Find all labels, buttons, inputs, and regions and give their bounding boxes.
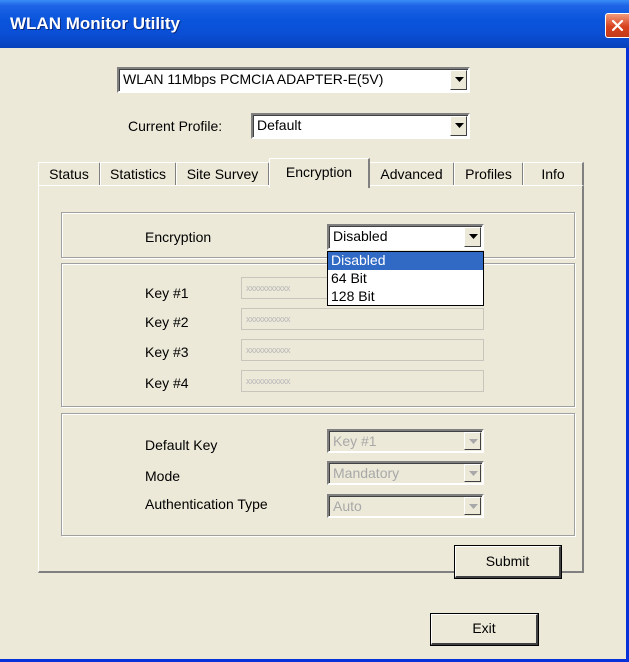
window-title: WLAN Monitor Utility: [10, 14, 180, 33]
chevron-down-icon: [455, 77, 464, 82]
tab-profiles[interactable]: Profiles: [454, 162, 524, 186]
key4-field[interactable]: xxxxxxxxxxx: [241, 370, 484, 392]
tab-label: Info: [541, 166, 565, 182]
chevron-down-icon: [469, 471, 478, 476]
encryption-group: [61, 212, 575, 258]
auth-type-dropdown-button[interactable]: [464, 497, 481, 515]
encryption-option-128-bit[interactable]: 128 Bit: [328, 288, 483, 306]
tab-label: Profiles: [465, 166, 512, 182]
mode-select[interactable]: Mandatory: [327, 461, 484, 485]
key2-label: Key #2: [145, 314, 189, 330]
chevron-down-icon: [469, 234, 478, 239]
title-bar[interactable]: WLAN Monitor Utility: [0, 0, 629, 48]
profile-select[interactable]: Default: [251, 113, 470, 139]
tab-label: Status: [49, 166, 89, 182]
auth-type-label: Authentication Type: [145, 496, 268, 512]
encryption-select[interactable]: Disabled: [327, 224, 484, 250]
current-profile-label: Current Profile:: [128, 118, 223, 134]
default-key-select[interactable]: Key #1: [327, 429, 484, 453]
settings-group: [61, 413, 575, 536]
chevron-down-icon: [469, 439, 478, 444]
profile-dropdown-button[interactable]: [450, 116, 467, 136]
auth-type-value: Auto: [333, 498, 362, 514]
adapter-dropdown-button[interactable]: [450, 70, 467, 90]
default-key-dropdown-button[interactable]: [464, 432, 481, 450]
default-key-label: Default Key: [145, 437, 218, 453]
close-icon: [611, 19, 624, 32]
tab-site-survey[interactable]: Site Survey: [176, 162, 270, 186]
adapter-select[interactable]: WLAN 11Mbps PCMCIA ADAPTER-E(5V): [117, 67, 470, 93]
profile-select-value: Default: [257, 117, 302, 133]
exit-button[interactable]: Exit: [431, 614, 538, 645]
default-key-value: Key #1: [333, 433, 377, 449]
mode-label: Mode: [145, 468, 181, 484]
adapter-select-value: WLAN 11Mbps PCMCIA ADAPTER-E(5V): [123, 71, 384, 87]
tab-advanced[interactable]: Advanced: [369, 162, 455, 186]
tab-info[interactable]: Info: [523, 162, 584, 186]
tab-encryption[interactable]: Encryption: [269, 158, 370, 188]
tab-statistics[interactable]: Statistics: [100, 162, 177, 186]
tab-label: Site Survey: [186, 166, 259, 182]
mode-value: Mandatory: [333, 465, 400, 481]
encryption-select-value: Disabled: [333, 228, 388, 244]
submit-button[interactable]: Submit: [455, 546, 561, 578]
encryption-option-disabled[interactable]: Disabled: [328, 252, 483, 270]
tab-label: Statistics: [109, 166, 166, 182]
main-window: WLAN Monitor Utility WLAN 11Mbps PCMCIA …: [0, 0, 629, 662]
close-button[interactable]: [605, 13, 629, 38]
chevron-down-icon: [455, 123, 464, 128]
tab-status[interactable]: Status: [38, 162, 101, 186]
tab-label: Advanced: [380, 166, 443, 182]
key3-label: Key #3: [145, 344, 189, 360]
tab-strip: Status Statistics Site Survey Encryption…: [38, 158, 586, 188]
encryption-dropdown-button[interactable]: [464, 227, 481, 247]
key4-label: Key #4: [145, 375, 189, 391]
encryption-label: Encryption: [145, 229, 212, 245]
key1-label: Key #1: [145, 285, 189, 301]
key3-field[interactable]: xxxxxxxxxxx: [241, 339, 484, 361]
encryption-option-64-bit[interactable]: 64 Bit: [328, 270, 483, 288]
mode-dropdown-button[interactable]: [464, 464, 481, 482]
auth-type-select[interactable]: Auto: [327, 494, 484, 518]
chevron-down-icon: [469, 504, 478, 509]
key2-field[interactable]: xxxxxxxxxxx: [241, 308, 484, 330]
encryption-options-list[interactable]: Disabled 64 Bit 128 Bit: [327, 251, 484, 306]
tab-label: Encryption: [285, 164, 353, 180]
